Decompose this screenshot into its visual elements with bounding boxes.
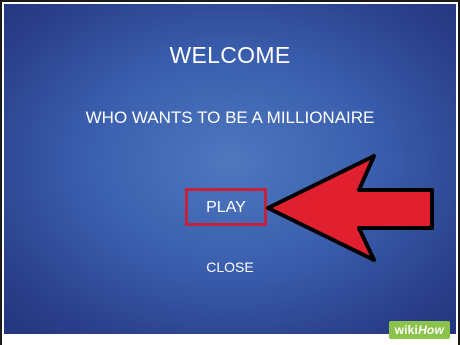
slide-canvas: WELCOME WHO WANTS TO BE A MILLIONAIRE PL… (4, 4, 456, 334)
watermark-prefix: wiki (394, 323, 419, 337)
watermark-suffix: How (418, 323, 444, 337)
welcome-title: WELCOME (169, 42, 291, 68)
game-subtitle: WHO WANTS TO BE A MILLIONAIRE (85, 108, 375, 127)
play-button[interactable]: PLAY (185, 188, 267, 226)
close-button[interactable]: CLOSE (4, 259, 456, 275)
play-button-label: PLAY (206, 198, 246, 216)
wikihow-logo: wikiHow (388, 321, 450, 339)
